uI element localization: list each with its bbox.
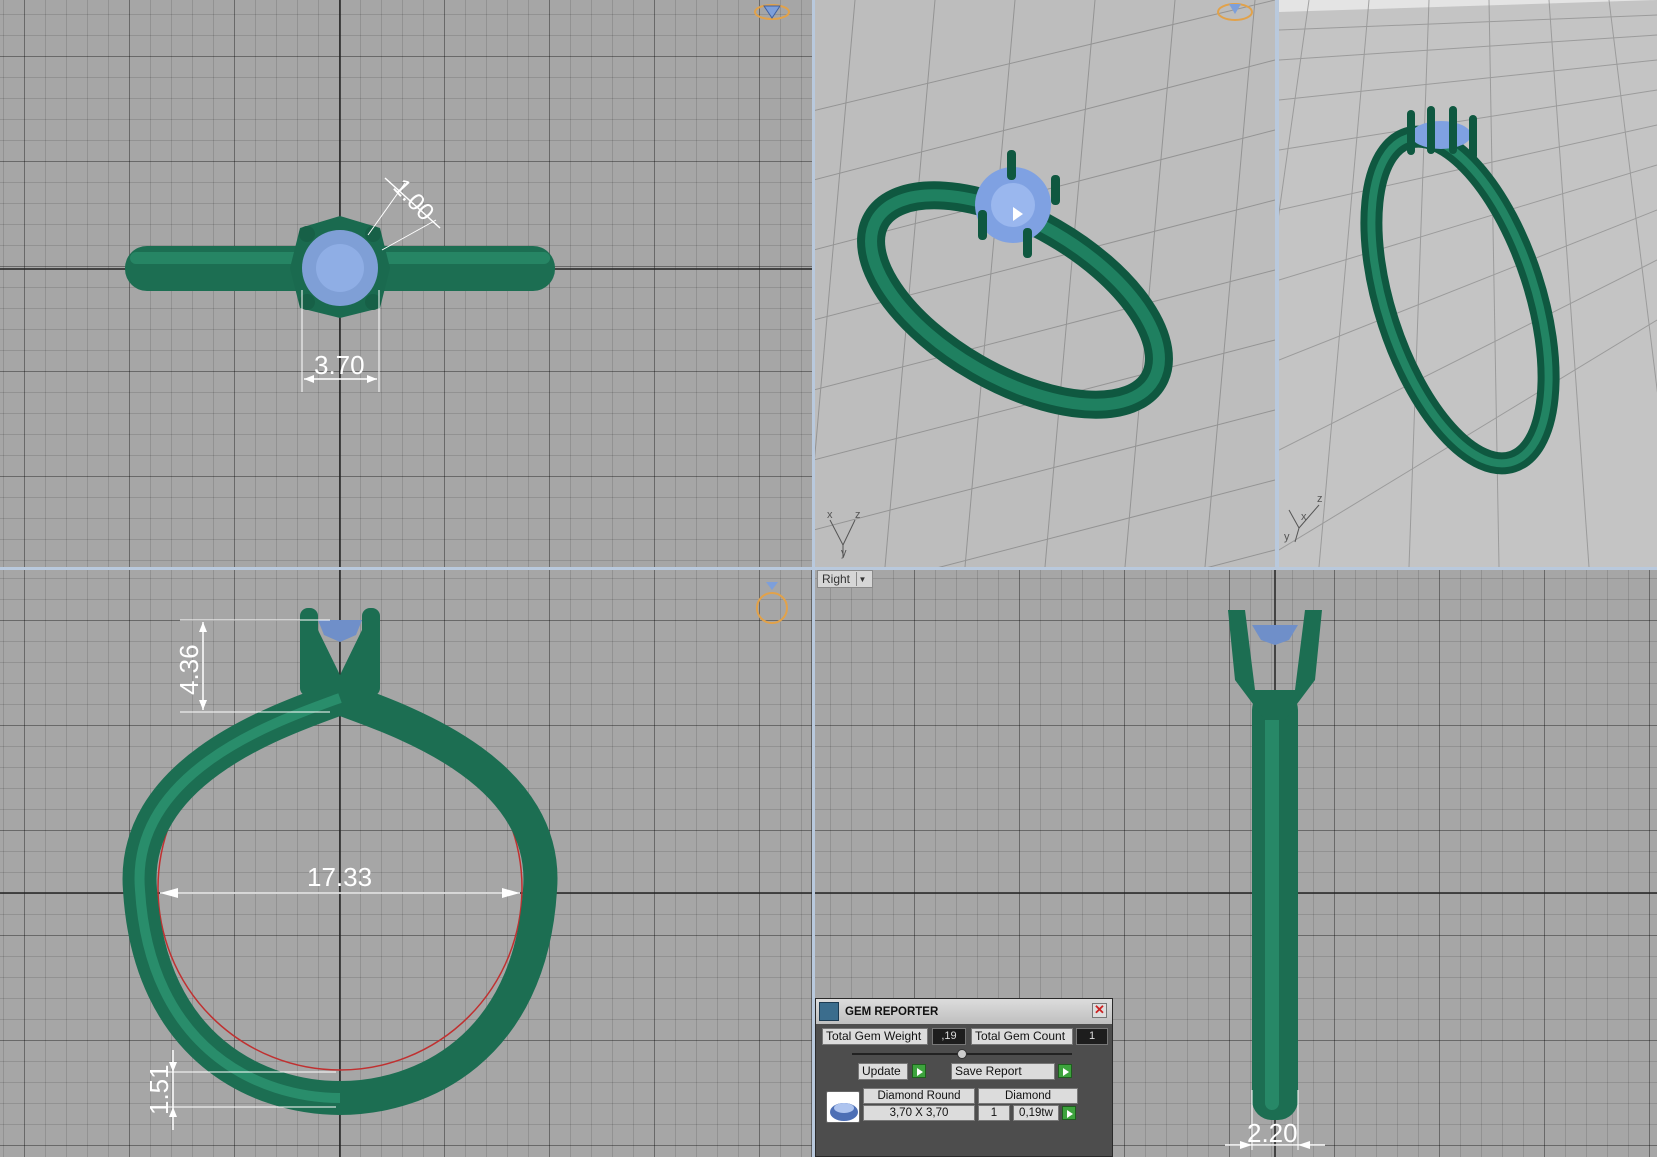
axis-x-label-2: x	[1301, 511, 1307, 523]
dim-band-thickness: 1.51	[144, 1064, 174, 1115]
perspective2-canvas: x z y	[1279, 0, 1657, 567]
total-gem-count-value: 1	[1076, 1028, 1108, 1045]
ring-band-persp2	[1360, 125, 1560, 475]
gem-row-size: 3,70 X 3,70	[863, 1105, 975, 1121]
gem-thumbnail-icon[interactable]	[826, 1091, 860, 1123]
viewport-perspective-1[interactable]: x z y	[815, 0, 1275, 567]
go-arrow-icon[interactable]	[912, 1064, 926, 1078]
gem-side	[1252, 625, 1298, 645]
viewport-divider-vertical[interactable]	[812, 0, 815, 1157]
view-selector-label: Right	[822, 572, 851, 586]
axis-y-label-2: y	[1284, 531, 1290, 543]
total-gem-weight-value: ,19	[932, 1028, 966, 1045]
gem-column-material: Diamond	[978, 1088, 1078, 1104]
dim-inner-diameter: 17.33	[307, 862, 372, 892]
perspective1-canvas: x z y	[815, 0, 1275, 567]
front-view-canvas: 4.36 17.33 1.51	[0, 570, 812, 1157]
gem-reporter-icon	[819, 1002, 839, 1021]
save-report-button[interactable]: Save Report	[951, 1063, 1055, 1080]
axis-z-label: z	[855, 509, 861, 521]
viewport-top[interactable]: 3.70 1.00	[0, 0, 812, 567]
gem-column-type: Diamond Round	[863, 1088, 975, 1104]
view-cube-icon[interactable]	[754, 4, 790, 20]
dim-prong: 1.00	[388, 174, 440, 227]
go-arrow-icon[interactable]	[1062, 1106, 1076, 1120]
gem-front	[318, 620, 362, 642]
view-selector[interactable]: Right ▼	[817, 570, 873, 588]
total-gem-weight-label: Total Gem Weight	[822, 1028, 928, 1045]
ring-nav-icon[interactable]	[756, 582, 788, 624]
axis-y-label: y	[841, 547, 847, 559]
dropdown-arrow-icon[interactable]: ▼	[856, 572, 868, 586]
panel-slider-knob[interactable]	[957, 1049, 967, 1059]
axis-z-label-2: z	[1317, 493, 1323, 505]
update-button[interactable]: Update	[858, 1063, 908, 1080]
gem-persp2	[1411, 121, 1471, 149]
gem-row-weight: 0,19tw	[1013, 1105, 1059, 1121]
top-view-canvas: 3.70 1.00	[0, 0, 812, 567]
total-gem-count-label: Total Gem Count	[971, 1028, 1073, 1045]
close-icon[interactable]: ✕	[1092, 1003, 1107, 1018]
dim-gem-width: 3.70	[314, 350, 365, 380]
viewport-perspective-2[interactable]: x z y	[1279, 0, 1657, 567]
gem-reporter-title: GEM REPORTER	[845, 1005, 939, 1018]
dim-setting-height: 4.36	[174, 644, 204, 695]
gem-reporter-panel: GEM REPORTER ✕ Total Gem Weight ,19 Tota…	[815, 998, 1113, 1157]
axis-x-label: x	[827, 509, 833, 521]
gem-row-count: 1	[978, 1105, 1010, 1121]
go-arrow-icon[interactable]	[1058, 1064, 1072, 1078]
gem-reporter-titlebar[interactable]: GEM REPORTER ✕	[816, 999, 1112, 1024]
dim-band-width: 2.20	[1247, 1118, 1298, 1148]
viewport-divider-vertical-2[interactable]	[1275, 0, 1279, 567]
viewport-front[interactable]: 4.36 17.33 1.51	[0, 570, 812, 1157]
